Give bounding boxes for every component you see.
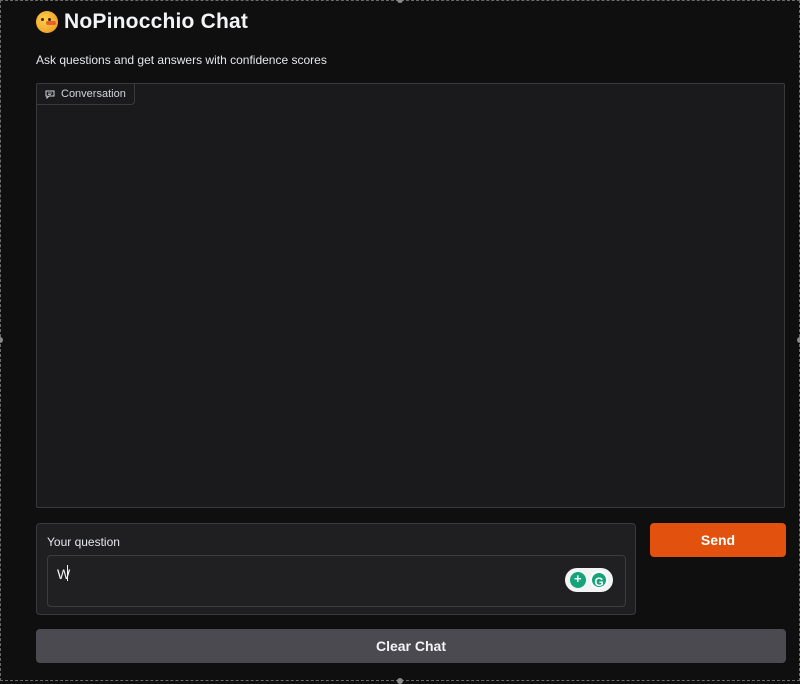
page-subtitle: Ask questions and get answers with confi… xyxy=(36,53,327,67)
question-panel: Your question W G xyxy=(36,523,636,615)
clear-chat-button[interactable]: Clear Chat xyxy=(36,629,786,663)
grammarly-logo-icon[interactable]: G xyxy=(590,571,608,589)
lying-face-emoji-icon xyxy=(36,11,58,33)
page-title-text: NoPinocchio Chat xyxy=(64,10,249,33)
conversation-label-text: Conversation xyxy=(61,88,126,100)
conversation-label: Conversation xyxy=(37,84,135,105)
text-caret xyxy=(67,565,68,581)
question-input-value: W xyxy=(57,566,71,582)
grammarly-widget[interactable]: G xyxy=(565,568,613,592)
page-title: NoPinocchio Chat xyxy=(36,10,248,34)
conversation-panel[interactable]: Conversation xyxy=(36,83,785,508)
grammarly-suggestion-icon[interactable] xyxy=(570,571,586,588)
resize-handle-bottom[interactable] xyxy=(397,678,403,684)
chat-bubble-icon xyxy=(45,90,55,99)
question-label: Your question xyxy=(47,535,120,549)
question-input[interactable]: W G xyxy=(47,555,626,607)
send-button[interactable]: Send xyxy=(650,523,786,557)
